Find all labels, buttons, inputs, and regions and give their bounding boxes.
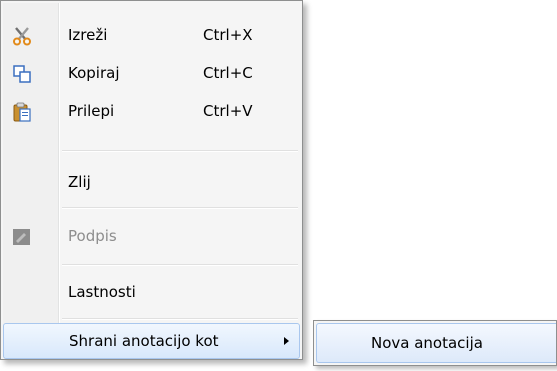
menu-item-label: Kopiraj — [68, 64, 120, 82]
submenu-arrow-icon — [284, 337, 289, 345]
menu-item-shortcut: Ctrl+V — [203, 102, 253, 120]
menu-item-save-annotation-as[interactable]: Shrani anotacijo kot — [3, 323, 300, 359]
menu-item-properties[interactable]: Lastnosti — [3, 275, 300, 311]
submenu: Nova anotacija — [313, 320, 557, 366]
menu-item-shortcut: Ctrl+C — [203, 64, 253, 82]
submenu-item-new-annotation[interactable]: Nova anotacija — [316, 323, 556, 363]
copy-icon — [13, 65, 31, 83]
menu-separator — [62, 318, 298, 320]
context-menu: Izreži Ctrl+X Kopiraj Ctrl+C Prilepi Ctr… — [0, 0, 303, 360]
menu-item-label: Nova anotacija — [371, 334, 483, 352]
menu-item-label: Lastnosti — [68, 283, 136, 301]
menu-item-paste[interactable]: Prilepi Ctrl+V — [3, 94, 300, 130]
menu-item-copy[interactable]: Kopiraj Ctrl+C — [3, 56, 300, 92]
scissors-icon — [13, 27, 31, 46]
menu-item-shortcut: Ctrl+X — [203, 26, 253, 44]
menu-separator — [62, 207, 298, 209]
paste-icon — [13, 102, 31, 122]
menu-item-label: Podpis — [68, 227, 117, 245]
menu-separator — [62, 150, 298, 152]
menu-item-label: Prilepi — [68, 102, 115, 120]
menu-item-signature: Podpis — [3, 219, 300, 255]
menu-item-merge[interactable]: Zlij — [3, 165, 300, 201]
menu-separator — [62, 264, 298, 266]
menu-item-cut[interactable]: Izreži Ctrl+X — [3, 18, 300, 54]
menu-item-label: Shrani anotacijo kot — [69, 332, 219, 350]
signature-icon — [13, 229, 30, 245]
menu-item-label: Zlij — [68, 173, 91, 191]
menu-item-label: Izreži — [68, 26, 108, 44]
